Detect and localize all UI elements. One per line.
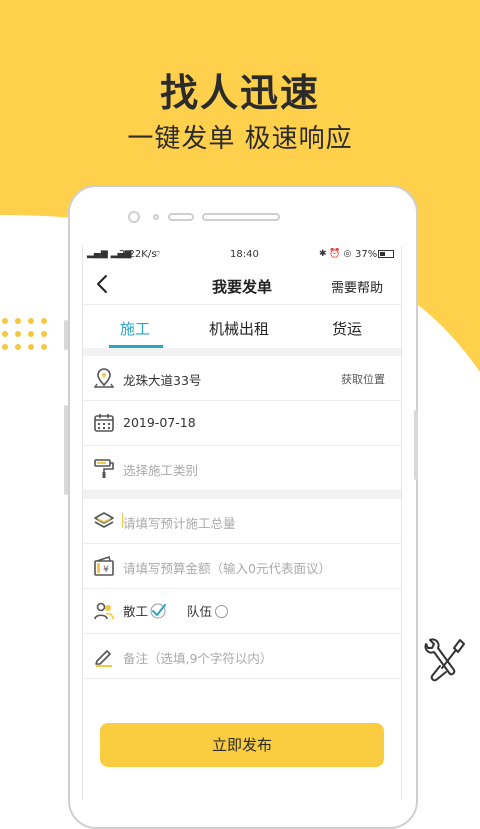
section-divider: [83, 491, 401, 499]
battery-icon: [378, 250, 394, 258]
date-row[interactable]: 2019-07-18: [83, 401, 401, 446]
help-link[interactable]: 需要帮助: [331, 277, 383, 296]
pencil-icon: [95, 650, 112, 667]
phone-sensor: [153, 214, 159, 220]
tab-freight[interactable]: 货运: [332, 318, 362, 339]
crew-option-team-label[interactable]: 队伍: [187, 601, 212, 620]
phone-side-button: [64, 405, 68, 495]
work-type-placeholder: 选择施工类别: [123, 463, 199, 478]
note-input[interactable]: 备注（选填,9个字符以内）: [123, 648, 272, 667]
calendar-icon: [94, 414, 114, 432]
bluetooth-alarm-location-icons: ✱ ⏰ ◎: [319, 249, 352, 259]
checkmark-selected-icon[interactable]: [150, 603, 166, 619]
promo-subheadline: 一键发单 极速响应: [127, 124, 353, 154]
app-screen: ▂▄▆ ▂▄▆ 2.22K/s ⌔ 18:40 ✱ ⏰ ◎ 37% 我要发单 需…: [82, 246, 402, 800]
status-bar: ▂▄▆ ▂▄▆ 2.22K/s ⌔ 18:40 ✱ ⏰ ◎ 37%: [83, 246, 401, 264]
address-row[interactable]: 龙珠大道33号 获取位置: [83, 356, 401, 401]
note-input-row[interactable]: 备注（选填,9个字符以内）: [83, 634, 401, 679]
section-divider: [83, 348, 401, 356]
work-type-row[interactable]: 选择施工类别: [83, 446, 401, 491]
paint-roller-icon: [94, 459, 114, 478]
tab-construction[interactable]: 施工: [120, 318, 150, 339]
quantity-input[interactable]: 请填写预计施工总量: [123, 513, 236, 532]
phone-speaker: [168, 213, 194, 221]
network-speed: 2.22K/s: [119, 249, 157, 260]
get-location-button[interactable]: 获取位置: [341, 371, 385, 387]
wifi-icon: ⌔: [153, 250, 162, 260]
phone-camera: [128, 211, 140, 223]
category-tabs: 施工 机械出租 货运: [83, 305, 401, 349]
wrench-screwdriver-icon: [424, 638, 465, 682]
budget-input-row[interactable]: ¥ 请填写预算金额（输入0元代表面议）: [83, 544, 401, 589]
publish-button[interactable]: 立即发布: [100, 723, 384, 767]
people-icon: [94, 602, 114, 620]
budget-input[interactable]: 请填写预算金额（输入0元代表面议）: [123, 558, 331, 577]
yen-bill-icon: ¥: [94, 556, 114, 576]
location-pin-icon: [93, 368, 115, 388]
date-value: 2019-07-18: [123, 415, 196, 430]
decorative-dots: [2, 318, 54, 354]
promo-headline: 找人迅速: [159, 71, 320, 115]
phone-speaker: [202, 213, 280, 221]
crew-option-individual-label[interactable]: 散工: [123, 601, 148, 620]
battery-percent: 37%: [355, 249, 378, 260]
quantity-input-row[interactable]: 请填写预计施工总量: [83, 499, 401, 544]
crew-type-row: 散工 队伍: [83, 589, 401, 634]
tab-machinery-rental[interactable]: 机械出租: [209, 318, 269, 339]
nav-bar: 我要发单 需要帮助: [83, 266, 401, 305]
phone-side-button: [414, 410, 418, 480]
phone-side-button: [64, 320, 68, 350]
svg-text:¥: ¥: [103, 565, 109, 575]
address-value: 龙珠大道33号: [123, 373, 202, 388]
status-time: 18:40: [230, 249, 259, 260]
radio-unselected-icon[interactable]: [215, 605, 228, 618]
layers-icon: [94, 512, 114, 528]
